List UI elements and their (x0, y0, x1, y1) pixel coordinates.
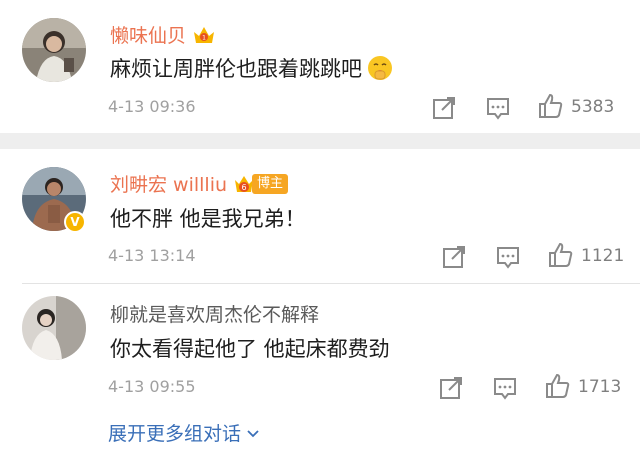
shushing-face-emoji-icon (368, 56, 392, 80)
chevron-down-icon[interactable] (245, 425, 261, 441)
share-icon[interactable] (440, 243, 468, 271)
comment-timestamp: 4-13 13:14 (108, 246, 196, 265)
like-icon[interactable] (543, 372, 571, 400)
svg-text:1: 1 (202, 34, 206, 41)
username-text[interactable]: 柳就是喜欢周杰伦不解释 (110, 300, 319, 327)
comment-text: 你太看得起他了 他起床都费劲 (110, 333, 390, 363)
expand-more-replies-link[interactable]: 展开更多组对话 (108, 419, 261, 446)
comment-username[interactable]: 柳就是喜欢周杰伦不解释 (110, 300, 319, 327)
vip-crown-icon: 1 (194, 26, 215, 43)
share-icon[interactable] (437, 374, 465, 402)
verified-badge: V (64, 211, 86, 233)
section-divider (0, 133, 640, 149)
comment-text-content: 他不胖 他是我兄弟！ (110, 207, 306, 231)
like-icon[interactable] (546, 241, 574, 269)
like-icon[interactable] (536, 92, 564, 120)
comment-text-content: 麻烦让周胖伦也跟着跳跳吧 (110, 57, 362, 81)
like-count: 5383 (571, 97, 615, 117)
comment-text-content: 你太看得起他了 他起床都费劲 (110, 337, 390, 361)
comment-timestamp: 4-13 09:55 (108, 377, 196, 396)
expand-more-replies-label[interactable]: 展开更多组对话 (108, 419, 241, 446)
blogger-tag: 博主 (252, 173, 289, 194)
username-text[interactable]: 刘畊宏 willliu (110, 170, 227, 197)
comment-icon[interactable] (494, 243, 522, 271)
comment-text: 他不胖 他是我兄弟！ (110, 203, 306, 233)
comment-timestamp: 4-13 09:36 (108, 97, 196, 116)
comment-icon[interactable] (491, 374, 519, 402)
comment-username[interactable]: 懒味仙贝 1 (110, 21, 216, 48)
svg-text:6: 6 (241, 183, 246, 192)
comment-icon[interactable] (484, 94, 512, 122)
username-text[interactable]: 懒味仙贝 (110, 21, 186, 48)
avatar[interactable] (22, 296, 86, 360)
comment-username[interactable]: 刘畊宏 willliu 6 博主 (110, 170, 289, 197)
comment-divider (22, 283, 640, 284)
like-count: 1121 (581, 246, 625, 266)
like-count: 1713 (578, 377, 622, 397)
avatar[interactable] (22, 18, 86, 82)
share-icon[interactable] (430, 94, 458, 122)
blogger-badge: 6 博主 (233, 173, 289, 195)
comment-text: 麻烦让周胖伦也跟着跳跳吧 (110, 53, 394, 83)
